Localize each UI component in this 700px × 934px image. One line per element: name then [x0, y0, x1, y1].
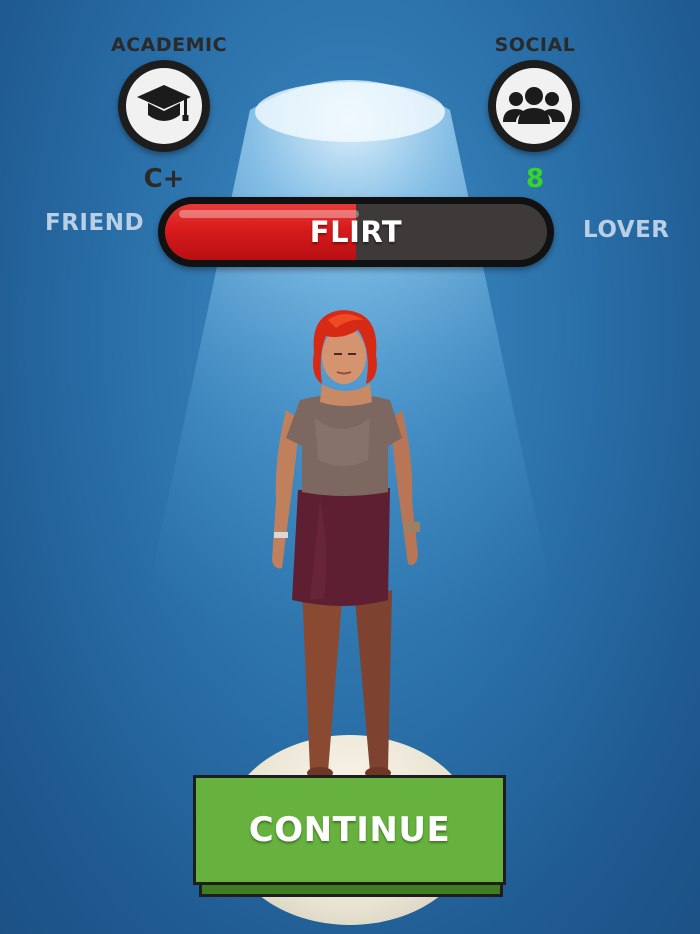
- academic-badge[interactable]: [118, 60, 210, 152]
- graduation-cap-icon: [137, 85, 191, 121]
- character-avatar: [272, 310, 420, 779]
- friend-label: FRIEND: [45, 210, 145, 236]
- relationship-status: FLIRT: [309, 215, 403, 249]
- social-grade: 8: [525, 164, 545, 194]
- relationship-meter: FLIRT: [158, 197, 554, 267]
- social-badge[interactable]: [488, 60, 580, 152]
- continue-button-label: CONTINUE: [248, 810, 451, 850]
- academic-grade: C+: [143, 164, 185, 194]
- lover-label: LOVER: [583, 217, 670, 243]
- group-icon: [503, 87, 565, 124]
- relationship-meter-track: FLIRT: [165, 204, 547, 260]
- academic-label: ACADEMIC: [110, 34, 228, 56]
- social-label: SOCIAL: [494, 34, 576, 56]
- continue-button[interactable]: CONTINUE: [193, 775, 506, 897]
